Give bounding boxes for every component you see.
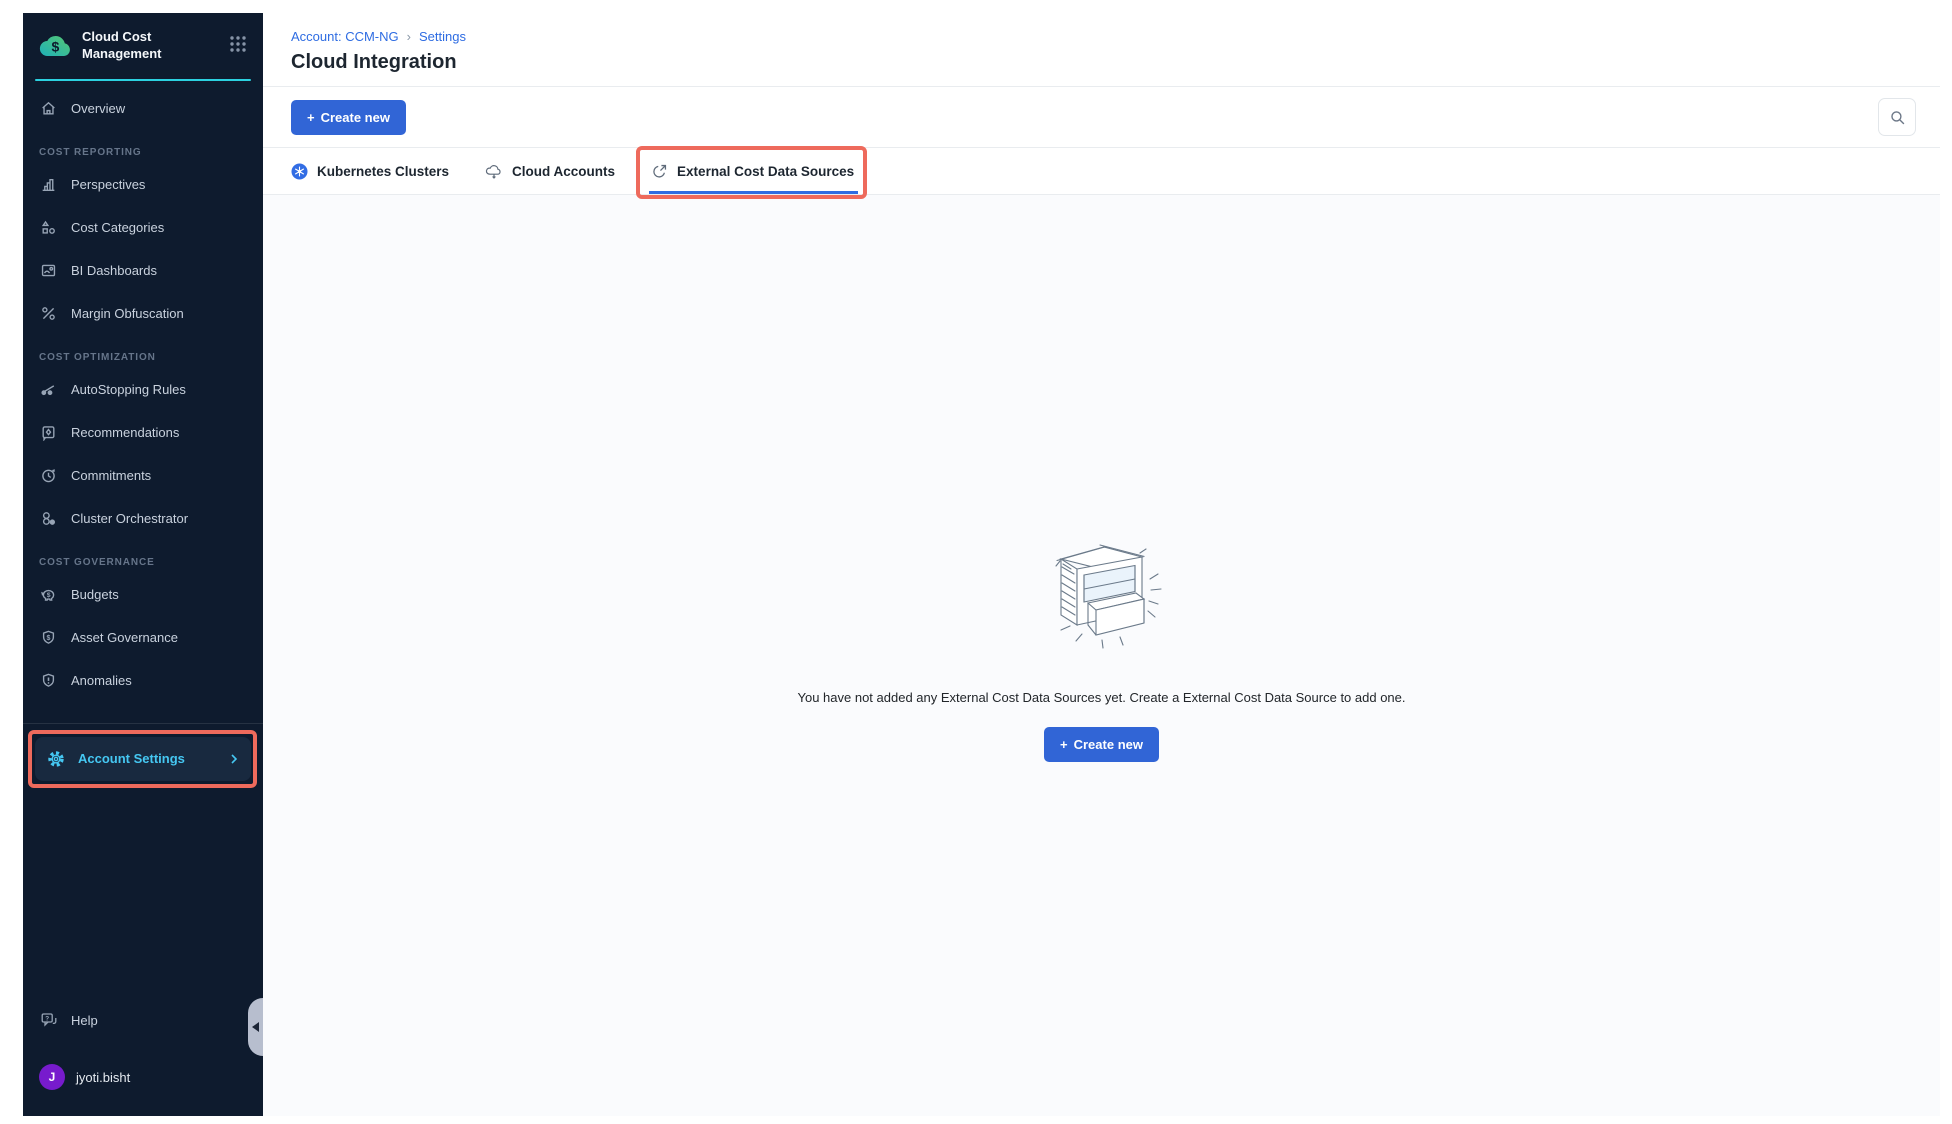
bar-chart-icon bbox=[39, 176, 58, 193]
percent-icon bbox=[39, 305, 58, 322]
sidebar-item-anomalies[interactable]: Anomalies bbox=[23, 659, 263, 702]
shapes-icon bbox=[39, 219, 58, 236]
external-source-icon bbox=[651, 163, 668, 180]
page-title: Cloud Integration bbox=[291, 51, 1912, 74]
help-chat-icon: ? bbox=[39, 1011, 58, 1029]
app-window: $ Cloud Cost Management Over bbox=[23, 13, 1940, 1116]
avatar: J bbox=[39, 1064, 65, 1090]
sidebar-item-label: AutoStopping Rules bbox=[71, 382, 186, 397]
app-title: Cloud Cost Management bbox=[82, 29, 192, 63]
sidebar-item-label: Budgets bbox=[71, 587, 119, 602]
sidebar-item-label: Recommendations bbox=[71, 425, 179, 440]
content-area: You have not added any External Cost Dat… bbox=[263, 195, 1940, 1116]
kubernetes-icon bbox=[291, 163, 308, 180]
create-new-label: Create new bbox=[1074, 737, 1143, 752]
cluster-icon bbox=[39, 510, 58, 527]
create-new-button[interactable]: + Create new bbox=[291, 100, 406, 135]
section-label-cost-reporting: COST REPORTING bbox=[23, 130, 263, 163]
sidebar-item-cost-categories[interactable]: Cost Categories bbox=[23, 206, 263, 249]
dashboard-icon bbox=[39, 262, 58, 279]
sidebar-item-overview[interactable]: Overview bbox=[23, 87, 263, 130]
chevron-right-icon[interactable] bbox=[228, 753, 240, 765]
create-new-label: Create new bbox=[321, 110, 390, 125]
help-label: Help bbox=[71, 1013, 98, 1028]
tab-kubernetes-clusters[interactable]: Kubernetes Clusters bbox=[291, 148, 449, 194]
section-label-cost-governance: COST GOVERNANCE bbox=[23, 540, 263, 573]
sidebar-item-recommendations[interactable]: Recommendations bbox=[23, 411, 263, 454]
empty-drawer-illustration bbox=[1036, 533, 1168, 656]
plus-icon: + bbox=[307, 110, 315, 125]
empty-state-create-new-button[interactable]: + Create new bbox=[1044, 727, 1159, 762]
sidebar-item-label: Cluster Orchestrator bbox=[71, 511, 188, 526]
home-icon bbox=[39, 100, 58, 117]
cloud-icon bbox=[485, 163, 503, 180]
sidebar-footer: ? Help J jyoti.bisht bbox=[23, 1000, 263, 1116]
search-icon bbox=[1889, 109, 1906, 126]
breadcrumb-settings-link[interactable]: Settings bbox=[419, 29, 466, 44]
svg-text:?: ? bbox=[45, 1015, 49, 1022]
sidebar-item-label: Commitments bbox=[71, 468, 151, 483]
user-name: jyoti.bisht bbox=[76, 1070, 130, 1085]
sidebar-item-cluster-orchestrator[interactable]: Cluster Orchestrator bbox=[23, 497, 263, 540]
piggy-bank-icon: $ bbox=[39, 586, 58, 603]
breadcrumb-separator-icon: › bbox=[407, 29, 411, 44]
sidebar-item-label: Margin Obfuscation bbox=[71, 306, 184, 321]
sidebar-item-budgets[interactable]: $ Budgets bbox=[23, 573, 263, 616]
toolbar: + Create new bbox=[263, 87, 1940, 148]
svg-text:$: $ bbox=[52, 39, 60, 55]
main-area: Account: CCM-NG › Settings Cloud Integra… bbox=[263, 13, 1940, 1116]
sidebar-item-autostopping-rules[interactable]: AutoStopping Rules bbox=[23, 368, 263, 411]
sidebar-nav: Overview COST REPORTING Perspectives Cos… bbox=[23, 81, 263, 702]
tab-external-cost-data-sources[interactable]: External Cost Data Sources bbox=[651, 148, 854, 194]
sidebar-divider bbox=[23, 723, 263, 724]
section-label-cost-optimization: COST OPTIMIZATION bbox=[23, 335, 263, 368]
sidebar: $ Cloud Cost Management Over bbox=[23, 13, 263, 1116]
recommendation-badge-icon bbox=[39, 424, 58, 441]
sidebar-item-asset-governance[interactable]: $ Asset Governance bbox=[23, 616, 263, 659]
sidebar-item-label: Overview bbox=[71, 101, 125, 116]
sidebar-item-label: Cost Categories bbox=[71, 220, 164, 235]
sidebar-item-label: Asset Governance bbox=[71, 630, 178, 645]
gear-icon bbox=[46, 750, 65, 768]
sidebar-item-bi-dashboards[interactable]: BI Dashboards bbox=[23, 249, 263, 292]
tab-label: Kubernetes Clusters bbox=[317, 164, 449, 179]
tab-bar: Kubernetes Clusters Cloud Accounts bbox=[263, 148, 1940, 195]
sidebar-item-perspectives[interactable]: Perspectives bbox=[23, 163, 263, 206]
sidebar-item-margin-obfuscation[interactable]: Margin Obfuscation bbox=[23, 292, 263, 335]
sidebar-item-label: Perspectives bbox=[71, 177, 145, 192]
tab-label: External Cost Data Sources bbox=[677, 164, 854, 179]
cloud-cost-logo-icon: $ bbox=[39, 32, 71, 59]
app-switcher-icon[interactable] bbox=[227, 33, 249, 58]
plus-icon: + bbox=[1060, 737, 1068, 752]
collapse-arrow-icon bbox=[252, 1022, 259, 1032]
breadcrumb: Account: CCM-NG › Settings bbox=[291, 29, 1912, 44]
svg-text:$: $ bbox=[47, 592, 51, 599]
tab-label: Cloud Accounts bbox=[512, 164, 615, 179]
page-header: Account: CCM-NG › Settings Cloud Integra… bbox=[263, 13, 1940, 87]
help-button[interactable]: ? Help bbox=[39, 1000, 247, 1040]
breadcrumb-account-link[interactable]: Account: CCM-NG bbox=[291, 29, 399, 44]
sidebar-header: $ Cloud Cost Management bbox=[23, 13, 263, 75]
sidebar-item-label: BI Dashboards bbox=[71, 263, 157, 278]
tab-cloud-accounts[interactable]: Cloud Accounts bbox=[485, 148, 615, 194]
sidebar-collapse-handle[interactable] bbox=[248, 998, 263, 1056]
sidebar-item-account-settings[interactable]: Account Settings bbox=[35, 737, 251, 781]
svg-text:$: $ bbox=[47, 635, 51, 642]
sidebar-item-label: Account Settings bbox=[78, 751, 185, 766]
empty-state-message: You have not added any External Cost Dat… bbox=[798, 690, 1406, 705]
clock-icon bbox=[39, 467, 58, 484]
shield-dollar-icon: $ bbox=[39, 629, 58, 646]
search-button[interactable] bbox=[1878, 98, 1916, 136]
sidebar-item-commitments[interactable]: Commitments bbox=[23, 454, 263, 497]
sidebar-item-label: Anomalies bbox=[71, 673, 132, 688]
trend-line-icon bbox=[39, 381, 58, 398]
user-profile[interactable]: J jyoti.bisht bbox=[39, 1054, 247, 1100]
shield-alert-icon bbox=[39, 672, 58, 689]
